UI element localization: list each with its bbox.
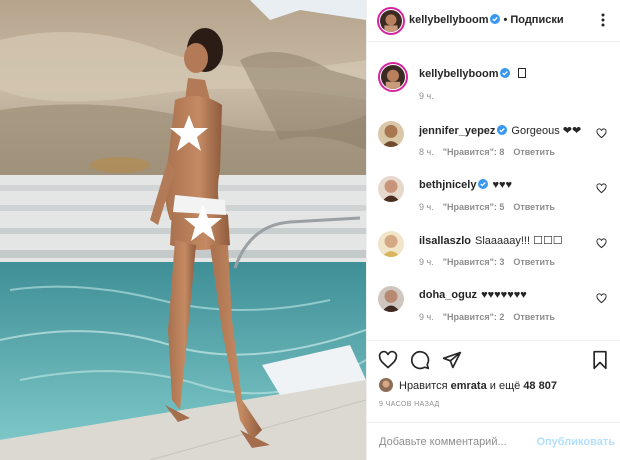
- comment-text-row: doha_oguz ♥♥♥♥♥♥♥: [419, 289, 527, 301]
- add-comment-bar: Опубликовать: [367, 422, 620, 460]
- author-username[interactable]: kellybellyboom: [409, 14, 488, 26]
- likes-user[interactable]: emrata: [451, 380, 487, 392]
- caption-row: kellybellyboom 9 ч.: [367, 62, 620, 112]
- likes-summary[interactable]: Нравится emrata и ещё 48 807: [379, 378, 557, 392]
- reply-button[interactable]: Ответить: [513, 147, 555, 157]
- comments-list: kellybellyboom 9 ч. jennifer_yepez Gorgeo…: [367, 42, 620, 340]
- comment-text: ♥♥♥: [492, 179, 513, 191]
- likes-connector: и ещё: [489, 380, 521, 392]
- verified-badge-icon: [490, 14, 501, 24]
- commenter-avatar[interactable]: [378, 176, 404, 202]
- comment-meta: 9 ч. "Нравится": 2 Ответить: [419, 312, 564, 322]
- commenter-avatar[interactable]: [378, 286, 404, 312]
- post-side-panel: kellybellyboom • Подписки kellybellyboom 9…: [366, 0, 620, 460]
- reply-button[interactable]: Ответить: [513, 202, 555, 212]
- heart-icon[interactable]: [378, 350, 398, 370]
- follow-button[interactable]: Подписки: [510, 14, 563, 26]
- publish-button[interactable]: Опубликовать: [536, 436, 615, 448]
- comment-text: ♥♥♥♥♥♥♥: [481, 289, 527, 301]
- post-photo[interactable]: [0, 0, 366, 460]
- comment-meta: 9 ч. "Нравится": 3 Ответить: [419, 257, 564, 267]
- caption-meta: 9 ч.: [419, 91, 443, 101]
- likes-count[interactable]: 48 807: [523, 380, 557, 392]
- comment-meta: 9 ч. "Нравится": 5 Ответить: [419, 202, 564, 212]
- comment-meta: 8 ч. "Нравится": 8 Ответить: [419, 147, 564, 157]
- comment-time: 9 ч.: [419, 257, 434, 267]
- comment-item: ilsallaszlo Slaaaaay!!! ☐☐☐ 9 ч. "Нравится…: [367, 229, 620, 271]
- commenter-avatar[interactable]: [378, 231, 404, 257]
- post-timestamp[interactable]: 9 ЧАСОВ НАЗАД: [379, 401, 440, 408]
- comment-username[interactable]: bethjnicely: [419, 179, 476, 191]
- comment-time: 9 ч.: [419, 202, 434, 212]
- more-icon[interactable]: [595, 12, 611, 28]
- verified-badge-icon: [497, 125, 508, 135]
- comment-likes-count[interactable]: "Нравится": 3: [443, 257, 505, 267]
- commenter-avatar[interactable]: [378, 121, 404, 147]
- comment-username[interactable]: ilsallaszlo: [419, 235, 471, 247]
- caption-text-row: kellybellyboom: [419, 68, 527, 80]
- caption-time: 9 ч.: [419, 91, 434, 101]
- caption-username[interactable]: kellybellyboom: [419, 68, 498, 80]
- reply-button[interactable]: Ответить: [513, 312, 555, 322]
- post-header: kellybellyboom • Подписки: [367, 0, 620, 42]
- caption-emoji-icon: [518, 68, 527, 78]
- comment-time: 9 ч.: [419, 312, 434, 322]
- comment-item: jennifer_yepez Gorgeous ❤❤ 8 ч. "Нравится"…: [367, 119, 620, 161]
- likes-prefix: Нравится: [399, 380, 448, 392]
- comment-likes-count[interactable]: "Нравится": 2: [443, 312, 505, 322]
- liker-avatar: [379, 378, 393, 392]
- comment-likes-count[interactable]: "Нравится": 8: [443, 147, 505, 157]
- comment-time: 8 ч.: [419, 147, 434, 157]
- header-name-row: kellybellyboom • Подписки: [409, 14, 564, 26]
- post-actions: Нравится emrata и ещё 48 807 9 ЧАСОВ НАЗ…: [367, 340, 620, 460]
- comment-username[interactable]: doha_oguz: [419, 289, 477, 301]
- heart-outline-icon[interactable]: [596, 128, 607, 139]
- comment-likes-count[interactable]: "Нравится": 5: [443, 202, 505, 212]
- bookmark-icon[interactable]: [590, 350, 610, 370]
- comment-item: doha_oguz ♥♥♥♥♥♥♥ 9 ч. "Нравится": 2 Ответи…: [367, 284, 620, 326]
- heart-outline-icon[interactable]: [596, 293, 607, 304]
- verified-badge-icon: [478, 179, 489, 189]
- instagram-post: kellybellyboom • Подписки kellybellyboom 9…: [0, 0, 620, 460]
- share-icon[interactable]: [442, 350, 462, 370]
- comment-item: bethjnicely ♥♥♥ 9 ч. "Нравится": 5 Ответить: [367, 174, 620, 216]
- comment-input[interactable]: [379, 433, 539, 451]
- author-avatar[interactable]: [378, 62, 408, 92]
- follow-separator: •: [503, 14, 508, 26]
- comment-text-row: ilsallaszlo Slaaaaay!!! ☐☐☐: [419, 234, 563, 247]
- comment-text: Slaaaaay!!! ☐☐☐: [474, 235, 563, 247]
- comment-username[interactable]: jennifer_yepez: [419, 125, 495, 137]
- heart-outline-icon[interactable]: [596, 238, 607, 249]
- author-avatar[interactable]: [377, 7, 405, 35]
- comment-text-row: bethjnicely ♥♥♥: [419, 179, 512, 191]
- heart-outline-icon[interactable]: [596, 183, 607, 194]
- comment-text: Gorgeous ❤❤: [511, 125, 582, 137]
- comment-icon[interactable]: [410, 350, 430, 370]
- reply-button[interactable]: Ответить: [513, 257, 555, 267]
- comment-text-row: jennifer_yepez Gorgeous ❤❤: [419, 124, 581, 137]
- verified-badge-icon: [500, 68, 511, 78]
